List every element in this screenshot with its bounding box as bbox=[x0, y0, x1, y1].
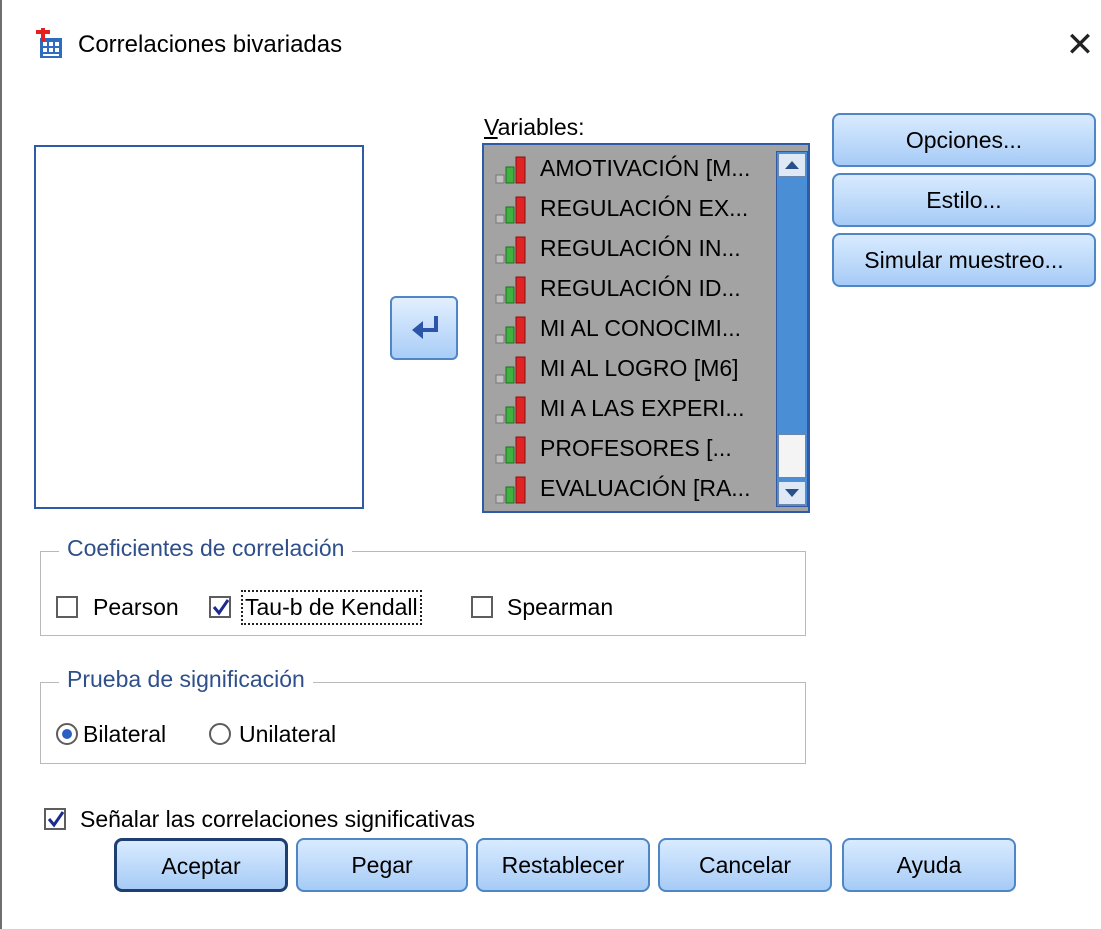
list-item[interactable]: REGULACIÓN EX... bbox=[494, 189, 764, 227]
list-item[interactable]: AMOTIVACIÓN [M... bbox=[494, 149, 764, 187]
variables-scrollbar[interactable] bbox=[776, 151, 808, 507]
significance-test-title: Prueba de significación bbox=[59, 666, 313, 693]
list-item[interactable]: REGULACIÓN IN... bbox=[494, 229, 764, 267]
checkmark-icon bbox=[47, 811, 65, 828]
style-button-label: Estilo... bbox=[926, 187, 1002, 213]
scroll-thumb[interactable] bbox=[778, 434, 806, 478]
bootstrap-button[interactable]: Simular muestreo... bbox=[832, 233, 1096, 287]
correlation-coefficients-group: Coeficientes de correlación Pearson Tau-… bbox=[40, 535, 806, 636]
list-item[interactable]: MI A LAS EXPERI... bbox=[494, 389, 764, 427]
variables-label-accelerator: V bbox=[484, 114, 498, 140]
style-button[interactable]: Estilo... bbox=[832, 173, 1096, 227]
flag-significant-checkbox[interactable] bbox=[44, 808, 66, 830]
reset-button[interactable]: Restablecer bbox=[476, 838, 650, 892]
title-bar: Correlaciones bivariadas ✕ bbox=[2, 0, 1101, 92]
paste-button-label: Pegar bbox=[351, 852, 413, 878]
scale-variable-icon bbox=[494, 155, 530, 185]
scale-variable-icon bbox=[494, 435, 530, 465]
one-tailed-radio[interactable] bbox=[209, 723, 231, 745]
variable-label: PROFESORES [... bbox=[540, 435, 732, 461]
kendall-label[interactable]: Tau-b de Kendall bbox=[241, 590, 422, 625]
two-tailed-radio[interactable] bbox=[56, 723, 78, 745]
variable-label: MI AL LOGRO [M6] bbox=[540, 355, 739, 381]
pearson-checkbox[interactable] bbox=[56, 596, 78, 618]
selected-variables-list[interactable]: AMOTIVACIÓN [M... REGULACIÓN EX... REGUL… bbox=[482, 143, 810, 513]
variable-label: REGULACIÓN EX... bbox=[540, 195, 749, 221]
significance-test-group: Prueba de significación Bilateral Unilat… bbox=[40, 666, 806, 764]
variable-label: AMOTIVACIÓN [M... bbox=[540, 155, 751, 181]
variables-label: Variables: bbox=[484, 114, 585, 141]
help-button-label: Ayuda bbox=[896, 852, 962, 878]
close-button[interactable]: ✕ bbox=[1060, 22, 1100, 68]
scale-variable-icon bbox=[494, 395, 530, 425]
window-title: Correlaciones bivariadas bbox=[78, 31, 343, 58]
ok-button-label: Aceptar bbox=[161, 853, 241, 879]
variable-label: REGULACIÓN IN... bbox=[540, 235, 741, 261]
window-left-edge bbox=[0, 0, 2, 929]
list-item[interactable]: MI AL LOGRO [M6] bbox=[494, 349, 764, 387]
reset-button-label: Restablecer bbox=[501, 852, 625, 878]
spearman-checkbox[interactable] bbox=[471, 596, 493, 618]
pearson-label[interactable]: Pearson bbox=[93, 594, 179, 621]
variable-label: REGULACIÓN ID... bbox=[540, 275, 741, 301]
bootstrap-button-label: Simular muestreo... bbox=[864, 247, 1064, 273]
list-item[interactable]: EVALUACIÓN [RA... bbox=[494, 469, 764, 507]
flag-significant-label[interactable]: Señalar las correlaciones significativas bbox=[80, 806, 475, 833]
scale-variable-icon bbox=[494, 195, 530, 225]
close-icon: ✕ bbox=[1065, 26, 1095, 64]
scale-variable-icon bbox=[494, 275, 530, 305]
cancel-button[interactable]: Cancelar bbox=[658, 838, 832, 892]
source-variable-list[interactable] bbox=[34, 145, 364, 509]
list-item[interactable]: PROFESORES [... bbox=[494, 429, 764, 467]
ok-button[interactable]: Aceptar bbox=[114, 838, 288, 892]
scale-variable-icon bbox=[494, 315, 530, 345]
radio-selected-dot bbox=[62, 729, 72, 739]
checkmark-icon bbox=[212, 599, 230, 616]
move-variable-button[interactable] bbox=[390, 296, 458, 360]
cancel-button-label: Cancelar bbox=[698, 852, 792, 878]
scroll-down-button[interactable] bbox=[778, 481, 806, 505]
scale-variable-icon bbox=[494, 235, 530, 265]
variable-label: EVALUACIÓN [RA... bbox=[540, 475, 751, 501]
scale-variable-icon bbox=[494, 475, 530, 505]
options-button[interactable]: Opciones... bbox=[832, 113, 1096, 167]
scroll-up-button[interactable] bbox=[778, 153, 806, 177]
paste-button[interactable]: Pegar bbox=[296, 838, 468, 892]
bivariate-correlations-icon bbox=[34, 28, 64, 60]
options-button-label: Opciones... bbox=[905, 127, 1023, 153]
chevron-up-icon bbox=[785, 161, 799, 169]
kendall-checkbox[interactable] bbox=[209, 596, 231, 618]
two-tailed-label[interactable]: Bilateral bbox=[83, 721, 166, 748]
list-item[interactable]: REGULACIÓN ID... bbox=[494, 269, 764, 307]
chevron-down-icon bbox=[785, 489, 799, 497]
help-button[interactable]: Ayuda bbox=[842, 838, 1016, 892]
spearman-label[interactable]: Spearman bbox=[507, 594, 613, 621]
variable-label: MI AL CONOCIMI... bbox=[540, 315, 742, 341]
arrow-left-icon bbox=[412, 316, 438, 339]
list-item[interactable]: MI AL CONOCIMI... bbox=[494, 309, 764, 347]
variables-label-rest: ariables: bbox=[497, 114, 585, 140]
one-tailed-label[interactable]: Unilateral bbox=[239, 721, 336, 748]
correlation-coefficients-title: Coeficientes de correlación bbox=[59, 535, 353, 562]
variable-label: MI A LAS EXPERI... bbox=[540, 395, 745, 421]
scale-variable-icon bbox=[494, 355, 530, 385]
